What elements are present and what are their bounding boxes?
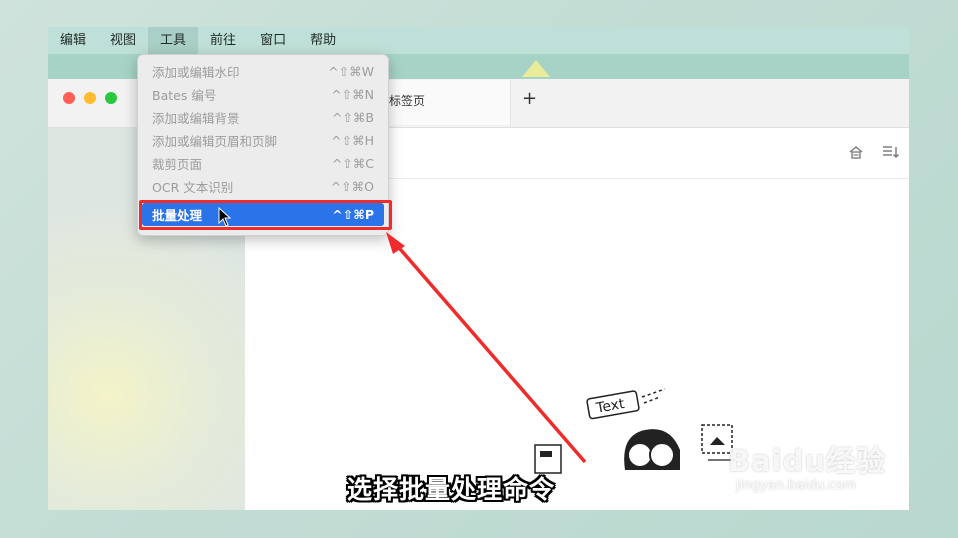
watermark-url: jingyan.baidu.com [736, 478, 856, 493]
watermark-logo: Baidu经验 [728, 444, 887, 478]
binoculars-illustration: Text [534, 388, 735, 474]
video-caption: 选择批量处理命令 [347, 475, 556, 504]
baidu-watermark: Baidu经验 jingyan.baidu.com [728, 438, 886, 493]
